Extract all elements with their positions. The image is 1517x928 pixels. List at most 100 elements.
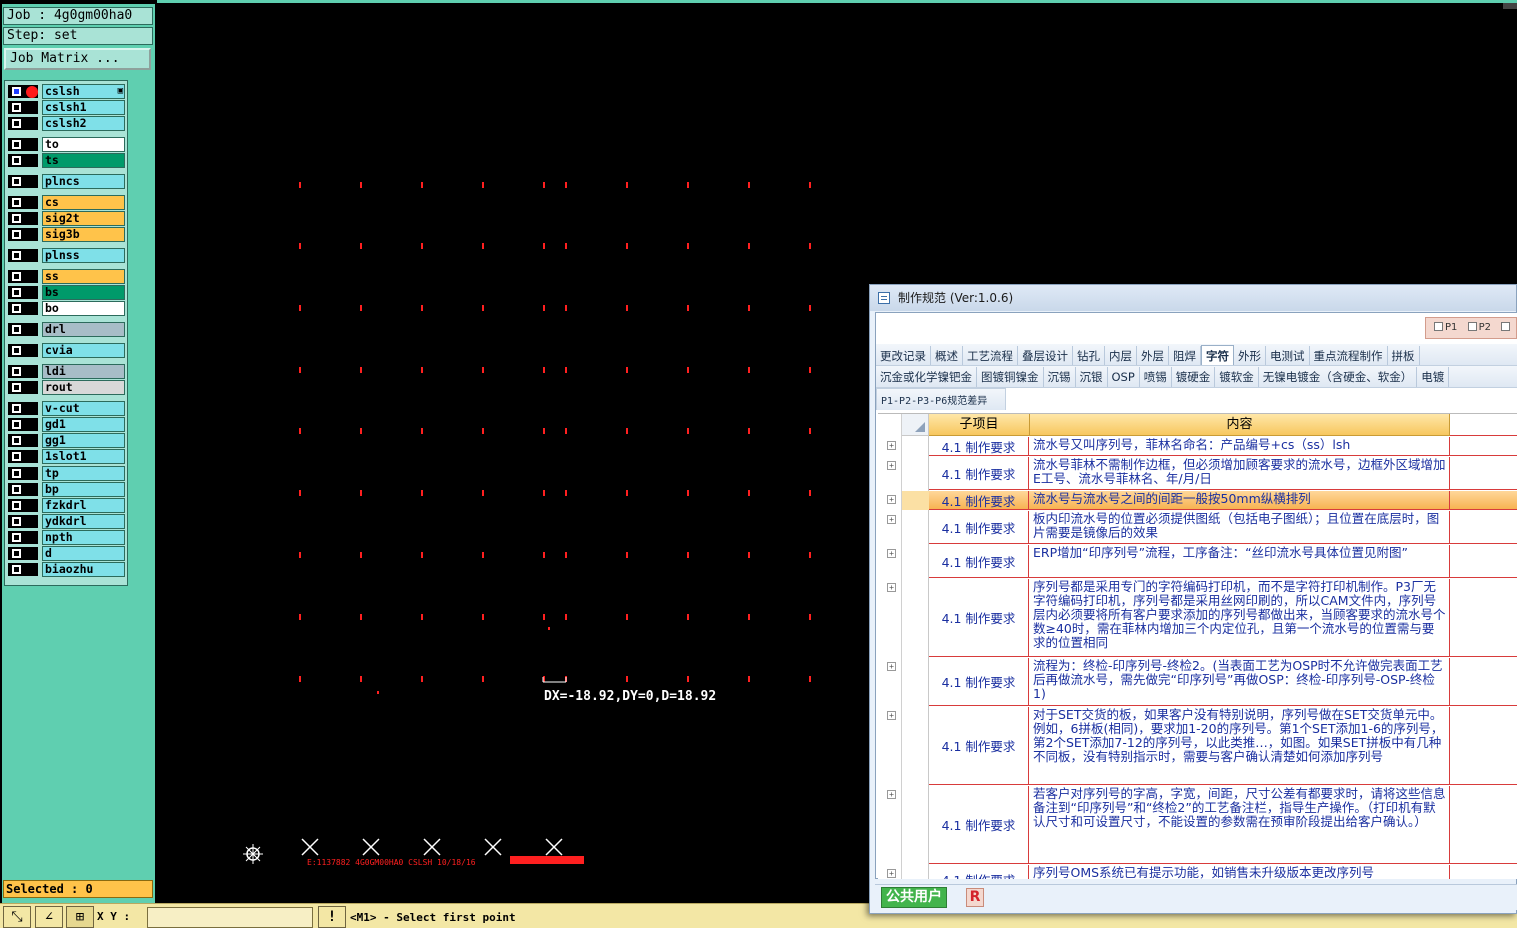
layer-row-plncs[interactable]: plncs	[6, 174, 127, 190]
tab-main-8[interactable]: 字符	[1201, 345, 1234, 365]
layer-checkbox[interactable]	[8, 466, 38, 480]
layer-name[interactable]: gg1	[42, 433, 125, 449]
layer-name[interactable]: ydkdrl	[42, 513, 125, 529]
layer-name[interactable]: tp	[42, 465, 125, 481]
layer-row-ts[interactable]: ts	[6, 153, 127, 169]
layer-row-biaozhu[interactable]: biaozhu	[6, 562, 127, 578]
layer-row-ss[interactable]: ss	[6, 269, 127, 285]
layer-name[interactable]: plnss	[42, 248, 125, 264]
table-row[interactable]: 4.1 制作要求 ERP增加“印序列号”流程，工序备注：“丝印流水号具体位置见附图…	[929, 545, 1517, 578]
expand-row-icon[interactable]: +	[887, 662, 896, 671]
layer-checkbox[interactable]	[8, 249, 38, 263]
table-row[interactable]: 4.1 制作要求 若客户对序列号的字高，字宽，间距，尺寸公差有都要求时，请将这些信…	[929, 786, 1517, 864]
layer-checkbox[interactable]	[8, 196, 38, 210]
tab-main-1[interactable]: 概述	[931, 346, 963, 365]
table-row[interactable]: 4.1 制作要求序列号OMS系统已有提示功能，如销售未升级版本更改序列号	[929, 865, 1517, 879]
tab-surface-5[interactable]: 喷锡	[1140, 367, 1172, 387]
layer-name[interactable]: npth	[42, 529, 125, 545]
table-row[interactable]: 4.1 制作要求 流水号又叫序列号，菲林名命名：产品编号+cs（ss）lsh	[929, 437, 1517, 456]
tab-surface-8[interactable]: 无镍电镀金（含硬金、软金）	[1259, 367, 1418, 387]
column-header-sub[interactable]: 子项目	[929, 414, 1030, 436]
layer-name[interactable]: sig2t	[42, 211, 125, 227]
layer-row-cs[interactable]: cs	[6, 195, 127, 211]
layer-row-bp[interactable]: bp	[6, 481, 127, 497]
p3-checkbox[interactable]	[1501, 322, 1511, 331]
layer-checkbox[interactable]	[8, 365, 38, 379]
layer-name[interactable]: cslsh ▣	[42, 84, 125, 99]
r-badge[interactable]: R	[966, 888, 984, 907]
layer-row-ldi[interactable]: ldi	[6, 364, 127, 380]
layer-checkbox[interactable]	[8, 101, 38, 115]
expand-row-icon[interactable]: +	[887, 495, 896, 504]
warning-icon[interactable]: !	[318, 906, 346, 928]
column-header-content[interactable]: 内容	[1030, 414, 1450, 436]
layer-checkbox[interactable]	[8, 547, 38, 561]
tab-main-7[interactable]: 阻焊	[1169, 346, 1201, 365]
tab-main-12[interactable]: 拼板	[1388, 346, 1420, 365]
layer-name[interactable]: cs	[42, 195, 125, 211]
tab-main-5[interactable]: 内层	[1105, 346, 1137, 365]
layer-name[interactable]: v-cut	[42, 401, 125, 417]
table-row[interactable]: 4.1 制作要求 对于SET交货的板，如果客户没有特别说明，序列号做在SET交货单…	[929, 707, 1517, 785]
tab-diff-0[interactable]: P1-P2-P3-P6规范差异	[877, 392, 991, 410]
tab-surface-6[interactable]: 镀硬金	[1172, 367, 1216, 387]
layer-row-bs[interactable]: bs	[6, 285, 127, 301]
expand-row-icon[interactable]: +	[887, 461, 896, 470]
table-row[interactable]: 4.1 制作要求 序列号都是采用专门的字符编码打印机，而不是字符打印机制作。P3厂…	[929, 579, 1517, 657]
layer-row-rout[interactable]: rout	[6, 380, 127, 396]
layer-name[interactable]: rout	[42, 380, 125, 396]
layer-row-gg1[interactable]: gg1	[6, 433, 127, 449]
tab-surface-7[interactable]: 镀软金	[1215, 367, 1259, 387]
layer-checkbox[interactable]	[8, 450, 38, 464]
job-matrix-button[interactable]: Job Matrix ...	[4, 48, 151, 70]
p1-checkbox[interactable]	[1434, 322, 1443, 331]
xy-coordinate-field[interactable]	[147, 907, 313, 928]
table-row[interactable]: 4.1 制作要求 流水号菲林不需制作边框，但必须增加顾客要求的流水号，边框外区域增…	[929, 457, 1517, 490]
layer-row-cslsh1[interactable]: cslsh1	[6, 100, 127, 116]
layer-row-1slot1[interactable]: 1slot1	[6, 449, 127, 465]
layer-name[interactable]: ts	[42, 153, 125, 169]
layer-row-cslsh2[interactable]: cslsh2	[6, 116, 127, 132]
layer-name[interactable]: cslsh2	[42, 116, 125, 132]
expand-row-icon[interactable]: +	[887, 711, 896, 720]
zoom-window-icon[interactable]: ⤡	[3, 906, 31, 928]
layer-name[interactable]: cvia	[42, 343, 125, 359]
layer-row-cslsh[interactable]: cslsh ▣	[6, 84, 127, 99]
layer-name[interactable]: ss	[42, 269, 125, 285]
tab-surface-9[interactable]: 电镀	[1417, 367, 1450, 387]
layer-row-fzkdrl[interactable]: fzkdrl	[6, 497, 127, 513]
tab-main-11[interactable]: 重点流程制作	[1310, 346, 1388, 365]
tab-main-9[interactable]: 外形	[1234, 346, 1266, 365]
expand-row-icon[interactable]: +	[887, 583, 896, 592]
layer-checkbox[interactable]	[8, 530, 38, 544]
table-row[interactable]: 4.1 制作要求 流程为：终检-印序列号-终检2。(当表面工艺为OSP时不允许做完…	[929, 658, 1517, 706]
layer-checkbox[interactable]	[8, 212, 38, 226]
layer-name[interactable]: bp	[42, 481, 125, 497]
layer-name[interactable]: cslsh1	[42, 100, 125, 116]
layer-checkbox[interactable]	[8, 344, 38, 358]
snap-angle-icon[interactable]: ∠	[35, 906, 63, 928]
tab-surface-4[interactable]: OSP	[1108, 367, 1140, 387]
layer-name[interactable]: fzkdrl	[42, 497, 125, 513]
layer-checkbox[interactable]	[8, 270, 38, 284]
spec-window-titlebar[interactable]: 制作规范 (Ver:1.0.6)	[870, 285, 1516, 311]
layer-row-plnss[interactable]: plnss	[6, 248, 127, 264]
layer-name[interactable]: drl	[42, 322, 125, 338]
expand-row-icon[interactable]: +	[887, 441, 896, 450]
layer-checkbox[interactable]	[8, 302, 38, 316]
layer-checkbox[interactable]	[8, 138, 38, 152]
tab-surface-0[interactable]: 沉金或化学镍钯金	[876, 367, 977, 387]
layer-checkbox[interactable]	[8, 154, 38, 168]
layer-checkbox[interactable]	[8, 228, 38, 242]
layer-name[interactable]: gd1	[42, 417, 125, 433]
layer-row-drl[interactable]: drl	[6, 322, 127, 338]
layer-checkbox[interactable]	[8, 482, 38, 496]
expand-row-icon[interactable]: +	[887, 790, 896, 799]
table-row[interactable]: 4.1 制作要求 流水号与流水号之间的间距一般按50mm纵横排列	[929, 491, 1517, 510]
layer-row-cvia[interactable]: cvia	[6, 343, 127, 359]
tab-main-0[interactable]: 更改记录	[876, 346, 931, 365]
layer-row-ydkdrl[interactable]: ydkdrl	[6, 513, 127, 529]
tab-main-2[interactable]: 工艺流程	[963, 346, 1018, 365]
layer-checkbox[interactable]	[8, 85, 38, 98]
layer-checkbox[interactable]	[8, 175, 38, 189]
